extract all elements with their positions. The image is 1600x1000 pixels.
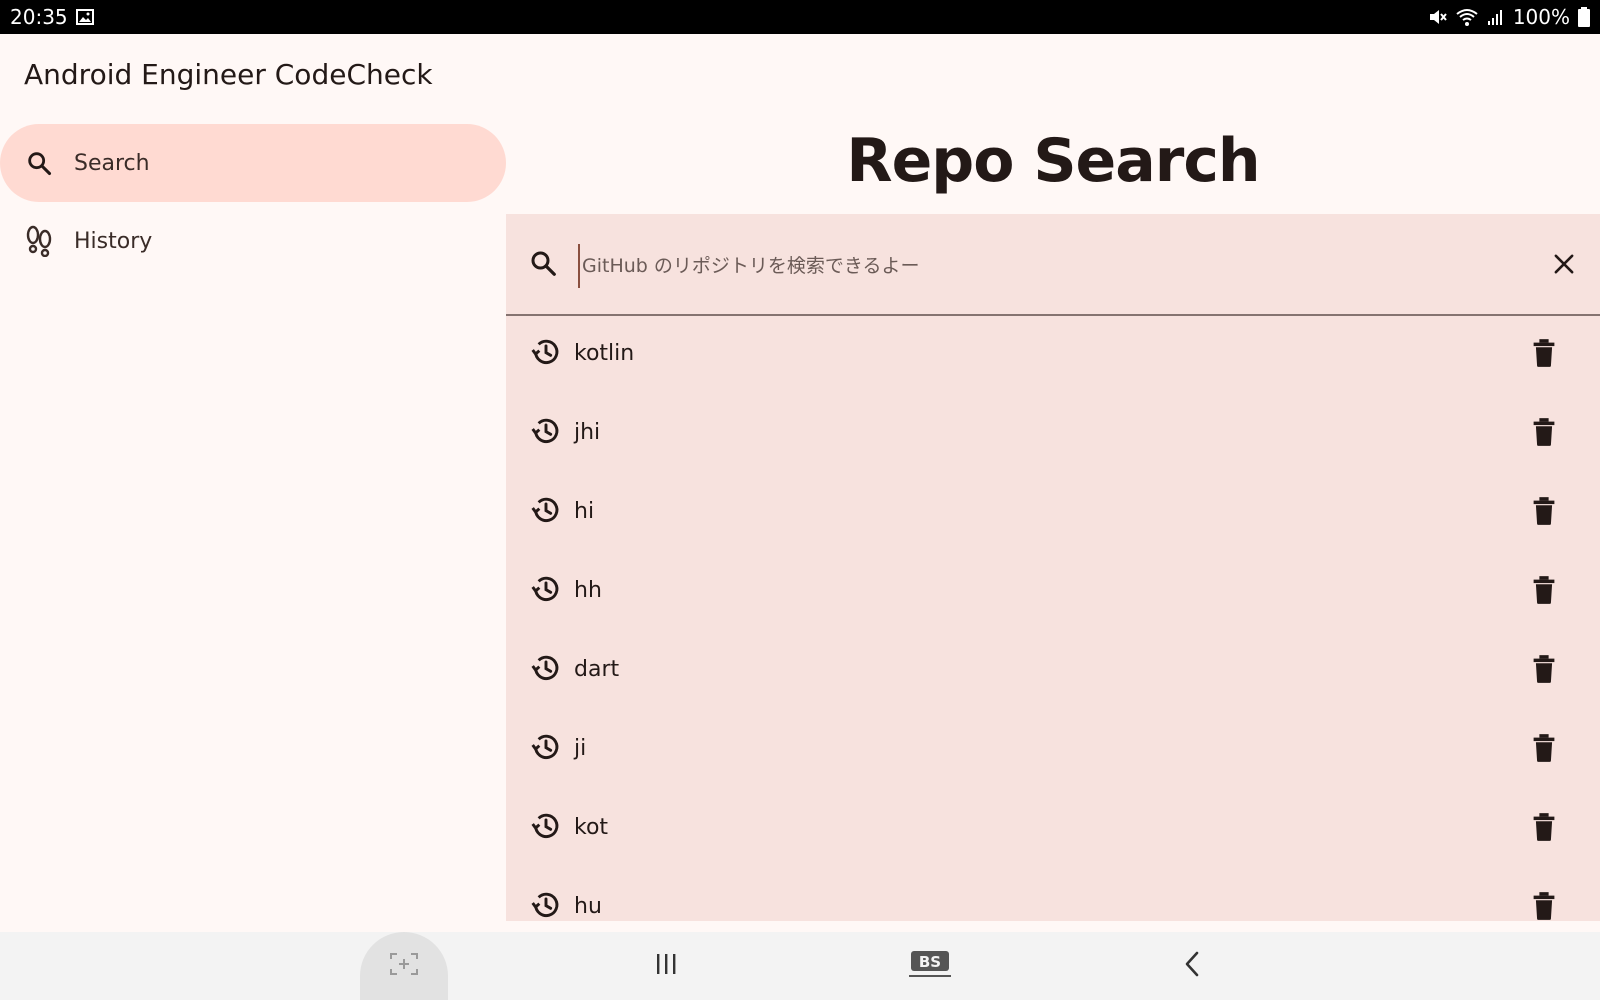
delete-icon[interactable] <box>1530 733 1558 767</box>
status-bar-left: 20:35 <box>10 5 94 29</box>
history-query: hi <box>574 499 595 524</box>
delete-icon[interactable] <box>1530 338 1558 372</box>
search-panel: kotlin jhi hi hh dart ji <box>506 214 1600 921</box>
history-query: dart <box>574 657 620 682</box>
list-item[interactable]: hu <box>506 869 1600 921</box>
delete-icon[interactable] <box>1530 417 1558 451</box>
history-list: kotlin jhi hi hh dart ji kot hu <box>506 316 1600 921</box>
nav-item-label: History <box>74 228 153 254</box>
list-item[interactable]: kot <box>506 790 1600 869</box>
back-button[interactable] <box>1172 932 1212 1000</box>
logo-text: BS <box>919 953 941 971</box>
blacksteel-logo-icon: BS <box>905 947 955 985</box>
nav-item-search[interactable]: Search <box>0 124 506 202</box>
history-query: jhi <box>574 420 601 445</box>
wifi-icon <box>1455 7 1479 27</box>
list-item[interactable]: kotlin <box>506 316 1600 395</box>
history-icon <box>530 652 562 688</box>
nav-item-history[interactable]: History <box>0 202 506 280</box>
search-bar <box>506 214 1600 316</box>
history-icon <box>530 336 562 372</box>
search-input[interactable] <box>578 244 1484 288</box>
gallery-icon <box>75 9 94 25</box>
list-item[interactable]: ji <box>506 711 1600 790</box>
recent-apps-button[interactable] <box>640 932 692 1000</box>
history-icon <box>530 573 562 609</box>
history-query: kot <box>574 815 609 840</box>
delete-icon[interactable] <box>1530 575 1558 609</box>
footprints-icon <box>24 225 54 257</box>
history-query: kotlin <box>574 341 635 366</box>
status-bar-right: 100% <box>1427 5 1590 29</box>
history-icon <box>530 810 562 846</box>
battery-icon <box>1578 7 1590 27</box>
status-bar: 20:35 100% <box>0 0 1600 34</box>
capture-button[interactable] <box>360 932 448 1000</box>
delete-icon[interactable] <box>1530 812 1558 846</box>
battery-percent: 100% <box>1512 5 1570 29</box>
nav-item-label: Search <box>74 150 150 176</box>
blacksteel-logo-button[interactable]: BS <box>900 932 960 1000</box>
signal-icon <box>1487 8 1505 26</box>
delete-icon[interactable] <box>1530 891 1558 921</box>
page-title: Repo Search <box>846 126 1260 196</box>
system-nav-bar: BS <box>0 932 1600 1000</box>
close-icon[interactable] <box>1550 250 1578 282</box>
clock: 20:35 <box>10 5 68 29</box>
history-icon <box>530 889 562 921</box>
history-icon <box>530 494 562 530</box>
history-query: hh <box>574 578 602 603</box>
capture-icon <box>389 952 419 980</box>
back-icon <box>1183 951 1201 981</box>
list-item[interactable]: dart <box>506 632 1600 711</box>
mute-icon <box>1427 7 1447 27</box>
history-query: hu <box>574 894 602 919</box>
list-item[interactable]: hh <box>506 553 1600 632</box>
delete-icon[interactable] <box>1530 654 1558 688</box>
app-title: Android Engineer CodeCheck <box>24 58 433 91</box>
search-icon <box>24 148 54 178</box>
history-icon <box>530 731 562 767</box>
search-icon <box>528 248 558 282</box>
list-item[interactable]: hi <box>506 474 1600 553</box>
delete-icon[interactable] <box>1530 496 1558 530</box>
history-icon <box>530 415 562 451</box>
history-query: ji <box>574 736 587 761</box>
recent-apps-icon <box>654 952 678 980</box>
list-item[interactable]: jhi <box>506 395 1600 474</box>
